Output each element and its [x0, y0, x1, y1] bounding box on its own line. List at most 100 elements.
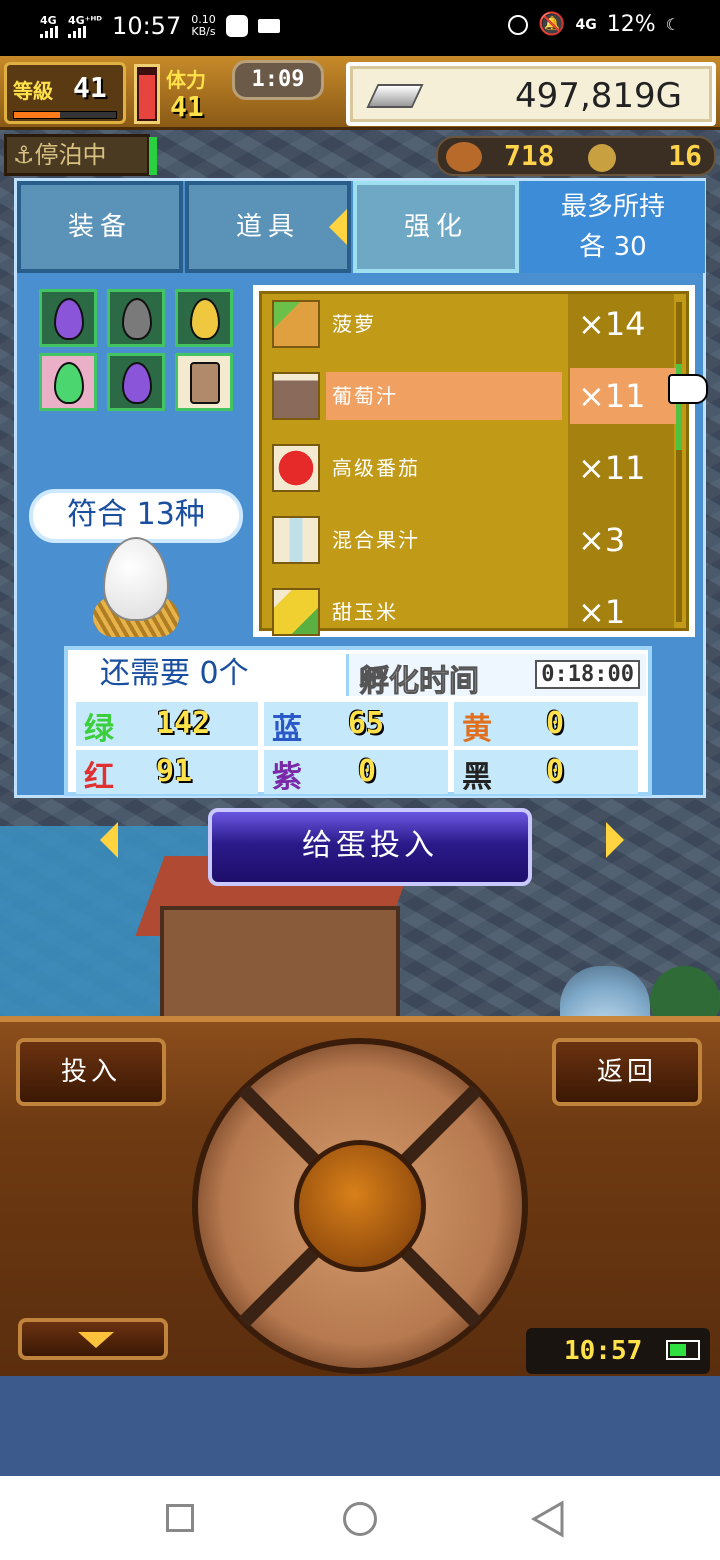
sim1-label: 4G — [40, 13, 57, 27]
hp-gauge — [134, 64, 160, 124]
item-name: 葡萄汁 — [326, 372, 562, 420]
stat-value: 0 — [358, 754, 377, 789]
stat-name: 紫 — [272, 760, 302, 795]
input-button[interactable]: 投入 — [16, 1038, 166, 1106]
stamina-value: 41 — [170, 90, 204, 123]
item-name: 混合果汁 — [332, 528, 420, 552]
item-qty: ×14 — [578, 305, 646, 343]
list-item[interactable]: 混合果汁 ×3 — [266, 512, 666, 568]
hatch-time-label: 孵化时间 — [359, 664, 480, 700]
stat-value: 91 — [156, 754, 193, 789]
egg-slot-mug[interactable] — [175, 353, 233, 411]
stamina-box: 体力 41 — [164, 62, 234, 124]
hp-fill — [139, 74, 155, 119]
gold-amount: 497,819G — [515, 76, 682, 116]
remaining-needed: 还需要 0个 — [100, 656, 249, 691]
item-name: 甜玉米 — [332, 600, 398, 624]
game-clock-time: 10:57 — [564, 1336, 643, 1366]
tab-items[interactable]: 道具 — [185, 181, 351, 273]
stat-red: 红 91 — [76, 750, 258, 795]
feed-egg-button[interactable]: 给蛋投入 — [208, 808, 532, 886]
item-list: 菠萝 ×14 葡萄汁 ×11 高级番茄 ×11 混合果汁 ×3 甜玉米 ×1 — [253, 285, 695, 637]
pointing-hand-icon — [668, 374, 708, 404]
stat-black: 黑 0 — [454, 750, 638, 795]
scroll-down-button[interactable] — [18, 1318, 168, 1360]
list-scrollbar[interactable] — [676, 302, 682, 622]
top-hud: 等級 41 体力 41 1:09 497,819G — [0, 56, 720, 130]
green-indicator — [149, 137, 157, 175]
game-screen: 等級 41 体力 41 1:09 497,819G ⚓停泊中 718 16 装备… — [0, 56, 720, 1376]
game-clock: 10:57 — [526, 1328, 710, 1374]
silver-ingot-icon — [366, 84, 424, 108]
list-item[interactable]: 菠萝 ×14 — [266, 296, 666, 352]
sim-4g-label: 4G — [575, 16, 597, 33]
meat-icon — [446, 142, 482, 172]
tab-label: 道具 — [235, 212, 300, 242]
notification-icon — [225, 15, 248, 37]
egg-slot-purple[interactable] — [39, 289, 97, 347]
return-button[interactable]: 返回 — [552, 1038, 702, 1106]
home-icon[interactable] — [343, 1502, 377, 1536]
sim2-label: 4G⁺ᴴᴰ — [68, 13, 103, 27]
item-qty: ×11 — [578, 449, 646, 487]
mixed-juice-icon — [272, 516, 320, 564]
max-hold-line1: 最多所持 — [560, 192, 665, 222]
tab-label: 装备 — [67, 212, 132, 242]
next-egg-arrow-icon[interactable] — [606, 822, 624, 858]
level-label: 等級 — [13, 79, 53, 103]
stat-name: 红 — [84, 760, 114, 795]
status-bar: 4G 4G⁺ᴴᴰ 10:57 0.10 KB/s 🔕 4G 12% ☾ — [0, 0, 720, 56]
egg-stats-panel: 还需要 0个 孵化时间 0:18:00 绿 142 蓝 65 黄 0 红 91 … — [64, 646, 652, 796]
hud-row-2: ⚓停泊中 718 16 — [0, 134, 720, 178]
tab-equipment[interactable]: 装备 — [17, 181, 183, 273]
resource-bar: 718 16 — [436, 136, 716, 176]
item-name: 菠萝 — [332, 312, 376, 336]
dnd-moon-icon: ☾ — [665, 15, 680, 34]
sim2-signal: 4G⁺ᴴᴰ — [68, 15, 102, 38]
tab-label: 强化 — [403, 212, 468, 242]
battery-icon — [666, 1340, 700, 1360]
stat-yellow: 黄 0 — [454, 702, 638, 747]
android-nav-bar — [0, 1476, 720, 1560]
tab-prev-arrow-icon[interactable] — [329, 209, 347, 245]
stat-value: 0 — [546, 706, 565, 741]
mute-icon: 🔕 — [538, 12, 566, 37]
list-item-selected[interactable]: 葡萄汁 ×11 — [266, 368, 680, 424]
anchor-icon: ⚓ — [13, 141, 35, 169]
stat-value: 65 — [348, 706, 385, 741]
egg-slot-gray[interactable] — [107, 289, 165, 347]
docked-label: 停泊中 — [34, 141, 107, 169]
white-egg-icon — [103, 537, 169, 621]
dpad[interactable] — [192, 1038, 528, 1374]
egg-slot-yellow[interactable] — [175, 289, 233, 347]
stat-name: 黄 — [462, 712, 492, 747]
battery-fill — [670, 1344, 686, 1356]
docked-status: ⚓停泊中 — [4, 134, 157, 176]
dpad-center-button[interactable] — [294, 1140, 426, 1272]
video-icon — [257, 19, 280, 33]
prev-egg-arrow-icon[interactable] — [100, 822, 118, 858]
stat-value: 142 — [156, 706, 211, 741]
back-icon[interactable] — [530, 1500, 566, 1538]
max-hold-line2: 各 30 — [579, 232, 647, 262]
coin-icon — [588, 144, 616, 172]
egg-slot-green[interactable] — [39, 353, 97, 411]
net-speed: 0.10 KB/s — [191, 14, 216, 38]
max-hold-info: 最多所持 各 30 — [521, 181, 705, 273]
recent-apps-icon[interactable] — [166, 1504, 194, 1532]
level-box: 等級 41 — [4, 62, 126, 124]
status-time: 10:57 — [112, 12, 182, 40]
hatch-time-value: 0:18:00 — [535, 660, 640, 689]
egg-slot-purple-2[interactable] — [107, 353, 165, 411]
tomato-icon — [272, 444, 320, 492]
resource-1-value: 718 — [504, 139, 555, 172]
stat-green: 绿 142 — [76, 702, 258, 747]
list-item[interactable]: 高级番茄 ×11 — [266, 440, 666, 496]
tab-enhance[interactable]: 强化 — [353, 181, 519, 273]
list-item[interactable]: 甜玉米 ×1 — [266, 584, 666, 640]
grape-juice-icon — [272, 372, 320, 420]
item-qty: ×3 — [578, 521, 626, 559]
battery-percent: 12% — [606, 12, 656, 37]
controller-panel: 投入 返回 10:57 — [0, 1016, 720, 1376]
resource-2-value: 16 — [668, 139, 702, 172]
